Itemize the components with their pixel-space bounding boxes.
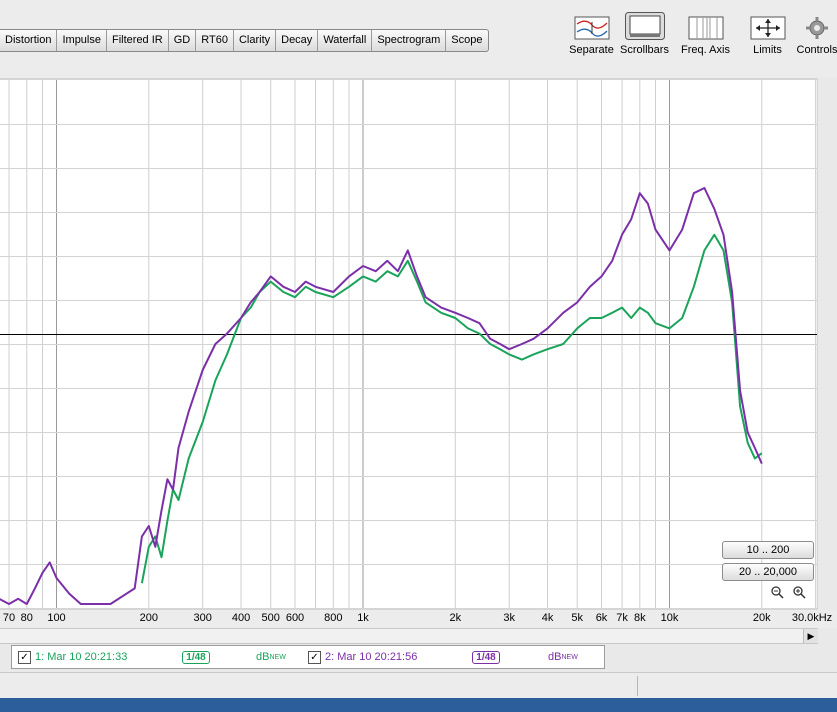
measurement-1-checkbox[interactable]: ✓	[18, 650, 31, 664]
tab-gd[interactable]: GD	[169, 30, 197, 51]
tool-label: Scrollbars	[620, 44, 669, 56]
x-tick-label: 20k	[752, 612, 771, 624]
measurement-1-offset[interactable]: dB NEW	[256, 649, 286, 665]
unit-2-label: dB	[548, 651, 562, 663]
limits-icon	[748, 12, 788, 40]
unit-1-new-badge: NEW	[269, 653, 286, 661]
x-tick-label: 600	[285, 612, 305, 624]
x-tick-label: 1k	[357, 612, 369, 624]
x-tick-label: 4k	[541, 612, 554, 624]
measurement-2-checkbox[interactable]: ✓	[308, 650, 321, 664]
tool-label: Freq. Axis	[681, 44, 730, 56]
legend: ✓ 1: Mar 10 20:21:33 1/48 dB NEW ✓ 2: Mar…	[11, 645, 605, 669]
range-20-20000-button[interactable]: 20 .. 20,000	[722, 563, 814, 581]
tool-label: Separate	[569, 44, 614, 56]
gear-icon	[797, 12, 837, 40]
tab-scope[interactable]: Scope	[446, 30, 487, 51]
tab-filtered-ir[interactable]: Filtered IR	[107, 30, 169, 51]
series-line-2	[0, 187, 763, 605]
range-10-200-button[interactable]: 10 .. 200	[722, 541, 814, 559]
controls-button[interactable]: Controls	[797, 12, 837, 56]
measurement-2-offset[interactable]: dB NEW	[548, 649, 578, 665]
tab-spectrogram[interactable]: Spectrogram	[372, 30, 447, 51]
separate-icon	[569, 12, 614, 40]
tab-decay[interactable]: Decay	[276, 30, 319, 51]
separate-button[interactable]: Separate	[569, 12, 614, 56]
measurement-2-name: 2: Mar 10 20:21:56	[325, 651, 418, 663]
limits-button[interactable]: Limits	[748, 12, 788, 56]
graph-tabs: Distortion Impulse Filtered IR GD RT60 Clarit…	[0, 29, 489, 52]
x-tick-label: 70	[2, 612, 16, 624]
x-tick-label: 100	[47, 612, 66, 624]
x-tick-label: 200	[139, 612, 158, 624]
measurement-2-smoothing[interactable]: 1/48	[472, 649, 500, 665]
smoothing-1-badge: 1/48	[182, 650, 210, 664]
x-tick-label: 3k	[503, 612, 516, 624]
x-tick-label: 500	[261, 612, 280, 624]
tool-label: Limits	[753, 44, 782, 56]
status-bar	[0, 672, 837, 699]
series-line-1	[140, 233, 763, 584]
zoom-out-icon[interactable]	[770, 585, 784, 599]
measurement-1-smoothing[interactable]: 1/48	[182, 649, 210, 665]
taskbar-strip	[0, 698, 837, 712]
tab-distortion[interactable]: Distortion	[0, 30, 58, 51]
freq-axis-button[interactable]: Freq. Axis	[681, 12, 731, 56]
tool-label: Controls	[796, 44, 837, 56]
tab-impulse[interactable]: Impulse	[57, 30, 107, 51]
plot-frame: 10 .. 200 20 .. 20,000	[0, 78, 818, 610]
x-tick-label: 5k	[571, 612, 584, 624]
legend-item-2: ✓ 2: Mar 10 20:21:56	[308, 649, 417, 665]
x-tick-label: 7k	[616, 612, 628, 624]
x-tick-label: 8k	[633, 612, 646, 624]
scrollbars-button[interactable]: Scrollbars	[620, 12, 670, 56]
freq-axis-icon	[681, 12, 731, 40]
unit-1-label: dB	[256, 651, 270, 663]
scroll-right-icon[interactable]: ▶	[803, 629, 818, 643]
frequency-response-plot[interactable]	[0, 80, 817, 608]
zoom-in-icon[interactable]	[792, 585, 806, 599]
tab-waterfall[interactable]: Waterfall	[318, 30, 373, 51]
x-tick-label: 6k	[595, 612, 608, 624]
scrollbars-icon	[620, 12, 670, 40]
x-tick-label: 2k	[449, 612, 462, 624]
tab-clarity[interactable]: Clarity	[234, 30, 277, 51]
chart-svg	[0, 80, 817, 608]
smoothing-2-badge: 1/48	[472, 650, 500, 664]
measurement-1-name: 1: Mar 10 20:21:33	[35, 651, 128, 663]
x-tick-label: 30.0kHz	[791, 612, 833, 624]
tab-rt60[interactable]: RT60	[196, 30, 234, 51]
x-tick-label: 80	[20, 612, 33, 624]
legend-item-1: ✓ 1: Mar 10 20:21:33	[18, 649, 127, 665]
x-tick-label: 800	[324, 612, 343, 624]
toolbar: Distortion Impulse Filtered IR GD RT60 Clarit…	[0, 0, 837, 78]
x-tick-label: 400	[231, 612, 251, 624]
status-divider	[637, 676, 638, 696]
x-tick-label: 10k	[660, 612, 679, 624]
unit-2-new-badge: NEW	[561, 653, 578, 661]
x-tick-label: 300	[193, 612, 212, 624]
horizontal-scrollbar[interactable]: ▶	[0, 628, 818, 644]
x-axis-labels: 70 80 100 200 300 400 500 600 800 1k 2k 3k 4k 5k 6k 7k 8…	[0, 610, 837, 628]
